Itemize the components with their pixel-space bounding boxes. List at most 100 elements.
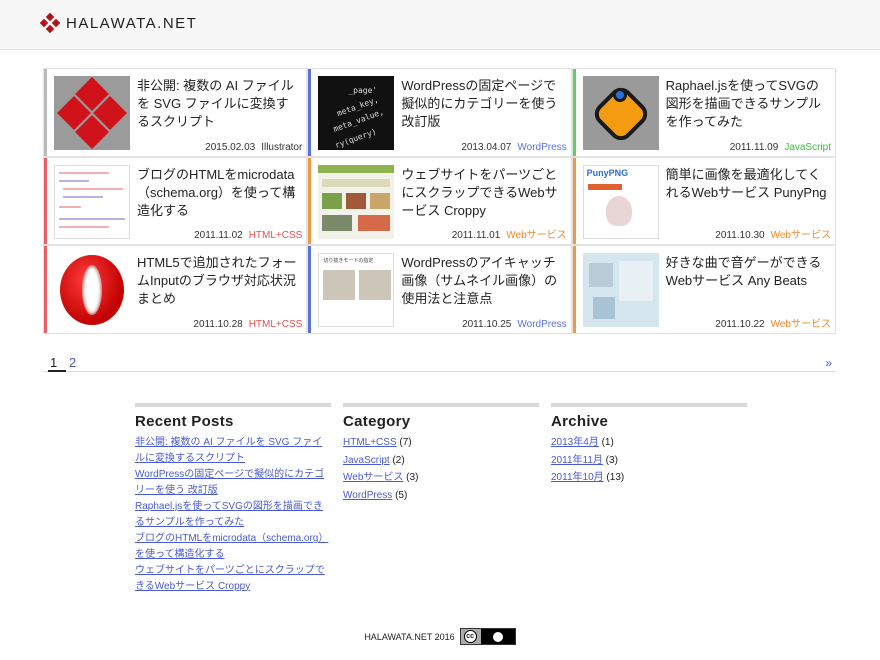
post-category[interactable]: Webサービス [771, 319, 831, 330]
post-category[interactable]: WordPress [517, 319, 566, 330]
site-name: HALAWATA.NET [66, 14, 198, 32]
post-thumbnail[interactable] [318, 164, 395, 239]
post-date: 2011.10.28 [193, 318, 243, 330]
recent-posts-widget: Recent Posts 非公開: 複数の AI ファイルを SVG ファイルに… [135, 403, 331, 595]
widget-divider [343, 403, 539, 407]
post-title[interactable]: 好きな曲で音ゲーができるWebサービス Any Beats [666, 254, 829, 290]
list-item: ウェブサイトをパーツごとにスクラップできるWebサービス Croppy [135, 563, 331, 594]
post-category[interactable]: HTML+CSS [249, 319, 303, 330]
post-date: 2011.11.01 [451, 230, 501, 242]
category-link[interactable]: WordPress [343, 490, 392, 501]
thumb-code-line: _page' [348, 86, 378, 95]
post-category[interactable]: Illustrator [261, 142, 302, 153]
post-title[interactable]: 非公開: 複数の AI ファイルを SVG ファイルに変換するスクリプト [137, 77, 300, 131]
next-page-button[interactable]: » [825, 356, 832, 370]
list-item: HTML+CSS (7) [343, 435, 539, 451]
post-thumbnail[interactable]: _page' meta_key, meta_value, ry(query) [318, 76, 395, 150]
post-date: 2011.11.02 [194, 230, 243, 242]
cc-circle-icon: cc [463, 630, 477, 643]
post-card[interactable]: PunyPNG 簡単に画像を最適化してくれるWebサービス PunyPng 20… [572, 157, 835, 245]
copyright-text: HALAWATA.NET 2016 [364, 631, 455, 642]
post-title[interactable]: 簡単に画像を最適化してくれるWebサービス PunyPng [666, 166, 829, 202]
widget-title: Archive [551, 413, 609, 430]
post-title[interactable]: HTML5で追加されたフォームInputのブラウザ対応状況まとめ [137, 254, 300, 308]
list-item: Raphael.jsを使ってSVGの図形を描画できるサンプルを作ってみた [135, 499, 331, 530]
post-card[interactable]: 非公開: 複数の AI ファイルを SVG ファイルに変換するスクリプト 201… [44, 69, 307, 156]
cc-by-icon [480, 629, 515, 644]
post-title[interactable]: WordPressの固定ページで擬似的にカテゴリーを使う 改訂版 [401, 77, 564, 131]
list-item: ブログのHTMLをmicrodata（schema.org）を使って構造化する [135, 531, 331, 562]
post-date: 2011.10.25 [462, 318, 512, 330]
post-date: 2013.04.07 [461, 141, 512, 153]
category-link[interactable]: HTML+CSS [343, 437, 397, 448]
post-card[interactable]: _page' meta_key, meta_value, ry(query) W… [308, 69, 571, 156]
post-date: 2011.11.09 [729, 141, 779, 153]
post-meta: 2013.04.07 WordPress [461, 142, 566, 153]
list-item: Webサービス (3) [343, 470, 539, 486]
logo-diamond-icon [39, 12, 61, 34]
widget-title: Category [343, 413, 411, 430]
recent-post-link[interactable]: ブログのHTMLをmicrodata（schema.org）を使って構造化する [135, 533, 328, 560]
archive-link[interactable]: 2011年11月 [551, 455, 603, 466]
post-thumbnail[interactable] [54, 253, 130, 328]
widget-title: Recent Posts [135, 413, 234, 430]
widget-divider [551, 403, 747, 407]
post-title[interactable]: Raphael.jsを使ってSVGの図形を描画できるサンプルを作ってみた [666, 77, 829, 131]
category-count: (3) [406, 472, 419, 483]
recent-post-link[interactable]: WordPressの固定ページで擬似的にカテゴリーを使う 改訂版 [135, 469, 324, 496]
category-widget: Category HTML+CSS (7) JavaScript (2) Web… [343, 403, 539, 505]
post-card[interactable]: ウェブサイトをパーツごとにスクラップできるWebサービス Croppy 2011… [308, 157, 571, 245]
post-card[interactable]: HTML5で追加されたフォームInputのブラウザ対応状況まとめ 2011.10… [44, 246, 307, 333]
post-card[interactable]: Raphael.jsを使ってSVGの図形を描画できるサンプルを作ってみた 201… [572, 69, 835, 156]
post-grid: 非公開: 複数の AI ファイルを SVG ファイルに変換するスクリプト 201… [43, 68, 836, 334]
post-title[interactable]: ブログのHTMLをmicrodata（schema.org）を使って構造化する [137, 166, 300, 220]
thumb-logo-text: PunyPNG [586, 167, 629, 178]
post-thumbnail[interactable]: PunyPNG [582, 164, 659, 239]
post-meta: 2011.11.01 Webサービス [452, 226, 567, 241]
post-thumbnail[interactable] [54, 164, 130, 239]
post-meta: 2011.10.28 HTML+CSS [193, 319, 302, 330]
list-item: 2011年11月 (3) [551, 453, 747, 469]
post-date: 2011.10.22 [715, 318, 765, 330]
post-category[interactable]: HTML+CSS [249, 230, 303, 241]
post-card[interactable]: 切り抜きモードの指定 WordPressのアイキャッチ画像（サムネイル画像）の使… [308, 246, 571, 333]
pagination: 1 2 » [43, 355, 836, 372]
post-title[interactable]: WordPressのアイキャッチ画像（サムネイル画像）の使用法と注意点 [401, 254, 564, 308]
recent-post-link[interactable]: 非公開: 複数の AI ファイルを SVG ファイルに変換するスクリプト [135, 437, 322, 464]
post-category[interactable]: Webサービス [771, 230, 831, 241]
post-meta: 2015.02.03 Illustrator [205, 142, 302, 153]
list-item: 非公開: 複数の AI ファイルを SVG ファイルに変換するスクリプト [135, 435, 331, 466]
recent-post-link[interactable]: Raphael.jsを使ってSVGの図形を描画できるサンプルを作ってみた [135, 501, 323, 528]
archive-link[interactable]: 2011年10月 [551, 472, 604, 483]
post-thumbnail[interactable]: 切り抜きモードの指定 [318, 253, 395, 328]
page-link[interactable]: 2 [69, 355, 76, 370]
post-category[interactable]: Webサービス [506, 230, 566, 241]
category-count: (5) [395, 489, 408, 501]
post-card[interactable]: 好きな曲で音ゲーができるWebサービス Any Beats 2011.10.22… [572, 246, 835, 333]
list-item: 2011年10月 (13) [551, 470, 747, 486]
post-meta: 2011.10.25 WordPress [462, 319, 567, 330]
list-item: WordPress (5) [343, 488, 539, 504]
recent-post-link[interactable]: ウェブサイトをパーツごとにスクラップできるWebサービス Croppy [135, 565, 325, 592]
category-count: (2) [392, 454, 405, 466]
category-link[interactable]: JavaScript [343, 455, 390, 466]
post-title[interactable]: ウェブサイトをパーツごとにスクラップできるWebサービス Croppy [401, 166, 564, 220]
archive-link[interactable]: 2013年4月 [551, 437, 599, 448]
post-meta: 2011.10.22 Webサービス [715, 315, 831, 330]
list-item: WordPressの固定ページで擬似的にカテゴリーを使う 改訂版 [135, 467, 331, 498]
widget-divider [135, 403, 331, 407]
list-item: JavaScript (2) [343, 453, 539, 469]
post-thumbnail[interactable] [582, 253, 659, 328]
creative-commons-by-icon[interactable]: cc [459, 628, 516, 645]
archive-count: (13) [606, 472, 625, 483]
post-thumbnail[interactable] [54, 76, 130, 150]
site-logo[interactable]: HALAWATA.NET [39, 12, 198, 34]
post-card[interactable]: ブログのHTMLをmicrodata（schema.org）を使って構造化する … [44, 157, 307, 245]
post-category[interactable]: JavaScript [784, 142, 831, 153]
archive-count: (3) [605, 454, 618, 466]
post-thumbnail[interactable] [582, 76, 659, 150]
post-category[interactable]: WordPress [517, 142, 566, 153]
category-link[interactable]: Webサービス [343, 472, 403, 483]
post-meta: 2011.10.30 Webサービス [715, 226, 831, 241]
post-meta: 2011.11.09 JavaScript [730, 142, 831, 153]
